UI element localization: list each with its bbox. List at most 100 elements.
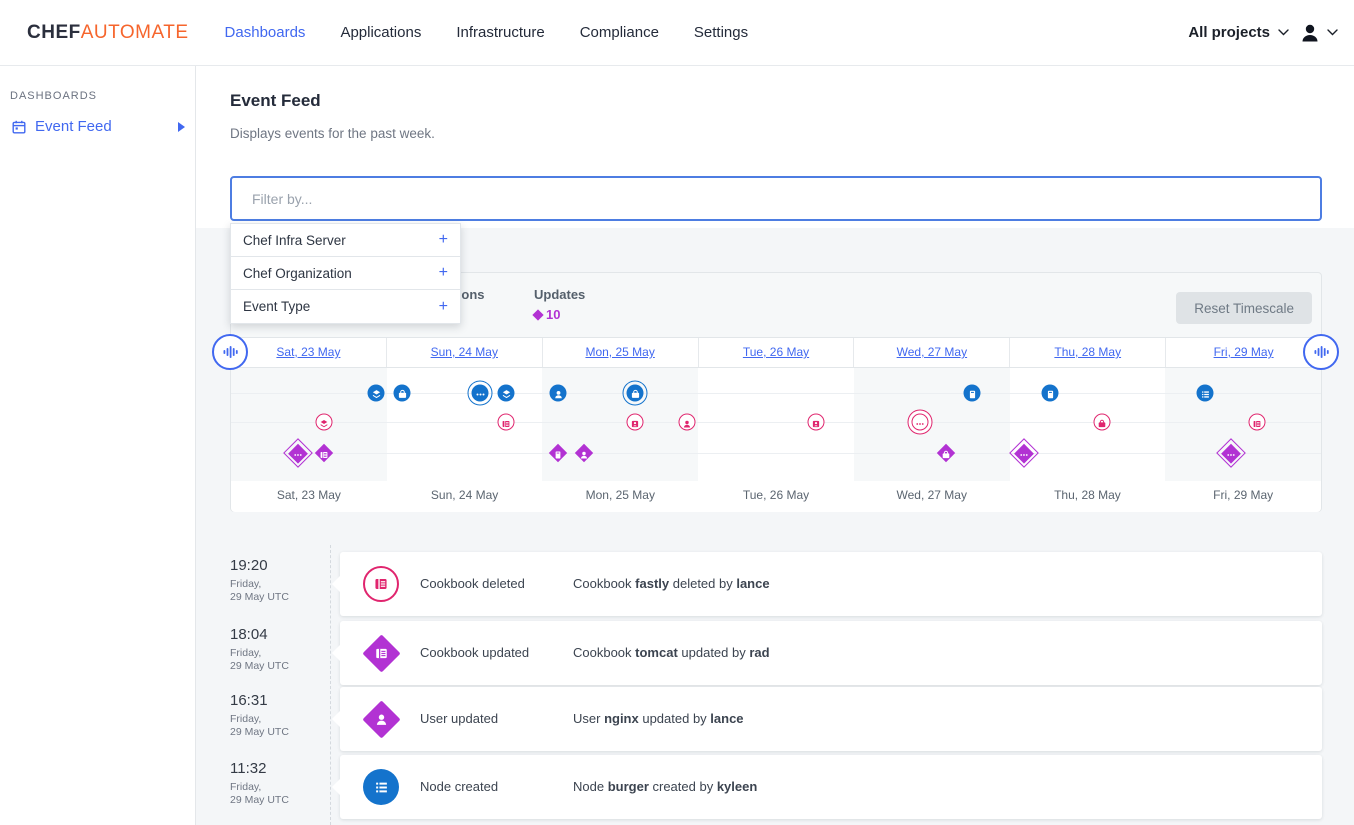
plus-icon[interactable]: + (439, 265, 448, 281)
nav-item-settings[interactable]: Settings (694, 24, 748, 41)
timeline-day-footer: Sat, 23 MaySun, 24 MayMon, 25 MayTue, 26… (231, 481, 1321, 512)
timeline-event-created-bag-icon[interactable] (394, 385, 411, 402)
timeline-event-created-layers-icon[interactable] (368, 385, 385, 402)
event-description: Cookbook fastly deleted by lance (573, 576, 770, 591)
timeline-event-created-bag-icon[interactable] (623, 381, 648, 406)
day-header-cell: Sun, 24 May (386, 338, 542, 367)
event-description: Node burger created by kyleen (573, 779, 757, 794)
timeline-column-stripe (1010, 368, 1166, 481)
event-time: 16:31 Friday,29 May UTC (230, 692, 326, 739)
timeline-event-deleted-layers-icon[interactable] (316, 414, 333, 431)
filter-category-event-type[interactable]: Event Type + (231, 290, 460, 323)
timeline-event-deleted-book-icon[interactable] (1249, 414, 1266, 431)
event-time-value: 18:04 (230, 626, 326, 643)
event-deleted-book-icon (363, 566, 399, 602)
day-header-cell: Mon, 25 May (542, 338, 698, 367)
nav-item-infrastructure[interactable]: Infrastructure (456, 24, 544, 41)
event-title: User updated (420, 711, 498, 726)
timeline-event-created-list-icon[interactable] (1197, 385, 1214, 402)
day-footer-label: Wed, 27 May (854, 481, 1010, 512)
projects-filter-label: All projects (1188, 24, 1270, 41)
event-title: Cookbook updated (420, 645, 529, 660)
day-header-link[interactable]: Tue, 26 May (743, 345, 809, 359)
filter-category-label: Chef Infra Server (243, 233, 346, 248)
brand-automate: AUTOMATE (81, 22, 189, 43)
timeline-event-updated-doc-icon[interactable] (552, 447, 565, 460)
timeline-event-updated-dots-icon[interactable] (1221, 443, 1242, 464)
timeline-event-updated-book-icon[interactable] (318, 447, 331, 460)
event-time-date: Friday,29 May UTC (230, 647, 326, 673)
day-footer-label: Sun, 24 May (387, 481, 543, 512)
timeline-event-created-doc-icon[interactable] (1042, 385, 1059, 402)
user-avatar-icon (1299, 22, 1321, 44)
event-time-date: Friday,29 May UTC (230, 578, 326, 604)
event-subject: tomcat (635, 645, 678, 660)
chevron-down-icon (1278, 29, 1289, 36)
sidebar: DASHBOARDS Event Feed (0, 66, 196, 825)
nav-item-applications[interactable]: Applications (340, 24, 421, 41)
page-subtitle: Displays events for the past week. (230, 126, 435, 141)
timeline-event-created-layers-icon[interactable] (498, 385, 515, 402)
nav-item-dashboards[interactable]: Dashboards (225, 24, 306, 41)
timeline-event-updated-dots-icon[interactable] (1014, 443, 1035, 464)
day-footer-label: Sat, 23 May (231, 481, 387, 512)
timeline-icon-area (231, 368, 1321, 481)
timeline-event-deleted-badge-icon[interactable] (808, 414, 825, 431)
plus-icon[interactable]: + (439, 232, 448, 248)
reset-timescale-button[interactable]: Reset Timescale (1176, 292, 1312, 324)
timeline-event-deleted-badge-icon[interactable] (627, 414, 644, 431)
timeline-handle-left[interactable] (212, 334, 248, 370)
filter-input[interactable] (230, 176, 1322, 221)
event-list-divider (330, 545, 331, 825)
day-header-link[interactable]: Thu, 28 May (1054, 345, 1121, 359)
event-title: Node created (420, 779, 498, 794)
timeline-event-deleted-book-icon[interactable] (498, 414, 515, 431)
day-footer-label: Tue, 26 May (698, 481, 854, 512)
calendar-icon (12, 120, 26, 134)
chevron-down-icon (1327, 29, 1338, 36)
day-header-link[interactable]: Mon, 25 May (585, 345, 654, 359)
nav-item-compliance[interactable]: Compliance (580, 24, 659, 41)
event-time-date: Friday,29 May UTC (230, 781, 326, 807)
chef-automate-logo[interactable]: CHEFAUTOMATE (27, 22, 189, 44)
day-footer-label: Fri, 29 May (1165, 481, 1321, 512)
timeline-event-updated-bag-icon[interactable] (940, 447, 953, 460)
timeline-event-created-person-icon[interactable] (550, 385, 567, 402)
timeline-event-deleted-dots-icon[interactable] (908, 410, 933, 435)
projects-filter-dropdown[interactable]: All projects (1188, 24, 1289, 41)
day-header-link[interactable]: Sat, 23 May (276, 345, 340, 359)
user-menu[interactable] (1299, 22, 1338, 44)
event-card-cookbook-updated: Cookbook updated Cookbook tomcat updated… (340, 621, 1322, 685)
day-header-link[interactable]: Sun, 24 May (431, 345, 498, 359)
filter-category-dropdown: Chef Infra Server +Chef Organization +Ev… (230, 223, 461, 324)
day-footer-label: Thu, 28 May (1010, 481, 1166, 512)
filter-category-chef-organization[interactable]: Chef Organization + (231, 257, 460, 290)
timeline-event-deleted-bag-icon[interactable] (1094, 414, 1111, 431)
nav-links: Dashboards Applications Infrastructure Comp… (225, 24, 749, 41)
timeline-event-created-doc-icon[interactable] (964, 385, 981, 402)
event-time-value: 11:32 (230, 760, 326, 777)
event-time: 11:32 Friday,29 May UTC (230, 760, 326, 807)
event-actor: kyleen (717, 779, 757, 794)
timeline-event-updated-dots-icon[interactable] (288, 443, 309, 464)
stat-label: Updates (534, 287, 585, 302)
sidebar-item-event-feed[interactable]: Event Feed (12, 118, 185, 135)
filter-category-chef-infra-server[interactable]: Chef Infra Server + (231, 224, 460, 257)
sidebar-item-expand-arrow-icon[interactable] (178, 122, 185, 132)
event-actor: lance (710, 711, 743, 726)
day-header-cell: Wed, 27 May (853, 338, 1009, 367)
timeline-event-updated-person-icon[interactable] (578, 447, 591, 460)
timeline-event-deleted-person-icon[interactable] (679, 414, 696, 431)
timeline-handle-right[interactable] (1303, 334, 1339, 370)
gridline-updated (231, 453, 1321, 454)
day-header-link[interactable]: Fri, 29 May (1214, 345, 1274, 359)
event-created-list-icon (363, 769, 399, 805)
filter-category-label: Event Type (243, 299, 310, 314)
page-title: Event Feed (230, 91, 321, 111)
timeline-event-created-dots-icon[interactable] (468, 381, 493, 406)
day-header-link[interactable]: Wed, 27 May (897, 345, 967, 359)
timeline-day-header: Sat, 23 May Sun, 24 May Mon, 25 May Tue, 26… (231, 337, 1321, 368)
event-subject: nginx (604, 711, 639, 726)
plus-icon[interactable]: + (439, 299, 448, 315)
event-time-date: Friday,29 May UTC (230, 713, 326, 739)
